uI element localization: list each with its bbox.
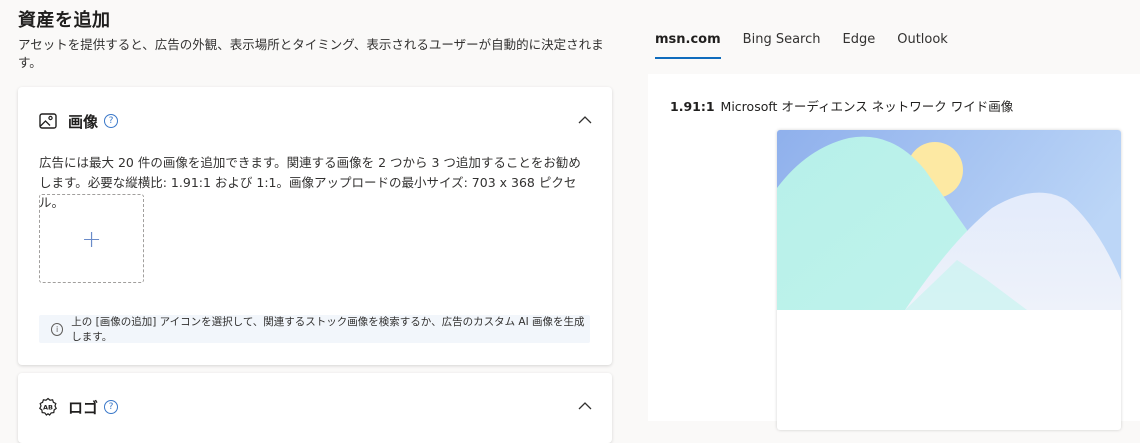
chevron-up-icon[interactable]: [576, 397, 594, 415]
tab-outlook[interactable]: Outlook: [897, 32, 948, 59]
tab-bing-search[interactable]: Bing Search: [743, 32, 821, 59]
info-message: i 上の [画像の追加] アイコンを選択して、関連するストック画像を検索するか、…: [39, 315, 590, 343]
images-card: 画像 ? 広告には最大 20 件の画像を追加できます。関連する画像を 2 つから…: [18, 87, 612, 365]
info-icon: i: [51, 322, 64, 336]
add-image-button[interactable]: +: [39, 194, 144, 283]
tab-edge[interactable]: Edge: [843, 32, 876, 59]
svg-text:AB: AB: [43, 404, 53, 412]
images-card-title: 画像: [68, 112, 99, 131]
logo-card-header[interactable]: AB ロゴ ?: [38, 395, 119, 419]
ratio-description: Microsoft オーディエンス ネットワーク ワイド画像: [720, 99, 1014, 114]
tab-msn[interactable]: msn.com: [655, 32, 721, 59]
help-icon[interactable]: ?: [104, 400, 119, 414]
ratio-label: 1.91:1 Microsoft オーディエンス ネットワーク ワイド画像: [670, 96, 1013, 115]
preview-panel: 1.91:1 Microsoft オーディエンス ネットワーク ワイド画像: [648, 74, 1140, 430]
page-title: 資産を追加: [18, 10, 111, 31]
chevron-up-icon[interactable]: [576, 111, 594, 129]
left-pane: 資産を追加 アセットを提供すると、広告の外観、表示場所とタイミング、表示されるユ…: [0, 0, 630, 443]
info-message-text: 上の [画像の追加] アイコンを選択して、関連するストック画像を検索するか、広告…: [71, 316, 585, 343]
preview-tabs: msn.com Bing Search Edge Outlook: [655, 32, 970, 59]
placeholder-landscape-image: [777, 130, 1121, 310]
logo-card: AB ロゴ ?: [18, 373, 612, 443]
logo-ab-icon: AB: [38, 397, 58, 417]
ad-preview-card: [777, 130, 1121, 430]
image-icon: [38, 111, 58, 131]
ratio-value: 1.91:1: [670, 99, 715, 114]
images-card-header[interactable]: 画像 ?: [38, 109, 119, 133]
help-icon[interactable]: ?: [104, 114, 119, 128]
plus-icon: +: [81, 224, 102, 253]
page-description: アセットを提供すると、広告の外観、表示場所とタイミング、表示されるユーザーが自動…: [18, 37, 604, 70]
logo-card-title: ロゴ: [68, 398, 99, 417]
